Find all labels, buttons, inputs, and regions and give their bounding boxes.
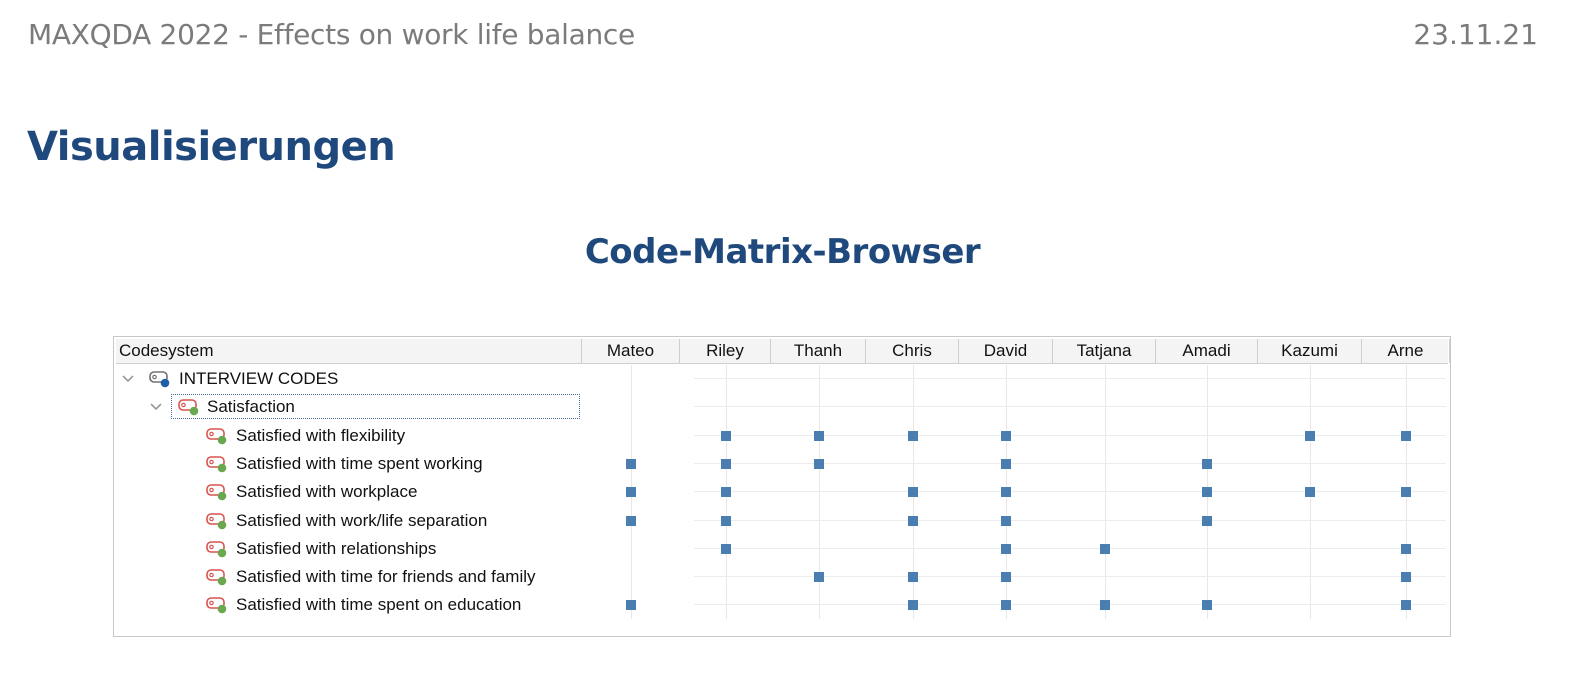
code-tag-green-icon: [206, 568, 228, 586]
chevron-down-icon[interactable]: [121, 372, 135, 386]
header-date: 23.11.21: [1413, 18, 1538, 51]
matrix-cell-mark[interactable]: [907, 487, 918, 498]
matrix-cell-mark[interactable]: [907, 572, 918, 583]
column-header-thanh[interactable]: Thanh: [771, 339, 866, 363]
matrix-cell-mark[interactable]: [1401, 600, 1411, 611]
code-tag-blue-icon: [149, 370, 171, 388]
matrix-cell-mark[interactable]: [720, 458, 731, 469]
gridline-horizontal: [694, 547, 1446, 549]
matrix-cell-mark[interactable]: [907, 430, 918, 441]
matrix-cell-mark[interactable]: [1001, 458, 1011, 469]
matrix-cell-mark[interactable]: [1202, 600, 1212, 611]
matrix-cell-mark[interactable]: [1401, 543, 1411, 554]
matrix-cell-mark[interactable]: [720, 430, 731, 441]
column-header-row: Codesystem Mateo Riley Thanh Chris David Tatja…: [116, 339, 1450, 364]
matrix-cell-mark[interactable]: [626, 458, 636, 469]
column-header-codesystem[interactable]: Codesystem: [116, 339, 582, 363]
matrix-cell-mark[interactable]: [1001, 430, 1011, 441]
code-label-child[interactable]: Satisfied with relationships: [236, 535, 436, 563]
matrix-cell-mark[interactable]: [1401, 572, 1411, 583]
code-label-child[interactable]: Satisfied with flexibility: [236, 422, 405, 450]
matrix-cell-mark[interactable]: [626, 487, 636, 498]
slide-subtitle: Code-Matrix-Browser: [584, 232, 981, 272]
matrix-cell-mark[interactable]: [1001, 600, 1011, 611]
gridline-horizontal: [694, 604, 1446, 606]
code-tag-green-icon: [206, 455, 228, 473]
matrix-cell-mark[interactable]: [1202, 458, 1212, 469]
code-tag-green-icon: [206, 512, 228, 530]
matrix-cell-mark[interactable]: [720, 487, 731, 498]
code-tag-green-icon: [206, 540, 228, 558]
code-tag-green-icon: [206, 483, 228, 501]
header-title: MAXQDA 2022 - Effects on work life balan…: [28, 18, 635, 51]
code-label-child[interactable]: Satisfied with time spent working: [236, 450, 483, 478]
code-label-child[interactable]: Satisfied with workplace: [236, 478, 417, 506]
column-header-chris[interactable]: Chris: [866, 339, 959, 363]
matrix-cell-mark[interactable]: [1202, 487, 1212, 498]
matrix-cell-mark[interactable]: [1001, 487, 1011, 498]
matrix-cell-mark[interactable]: [907, 600, 918, 611]
matrix-cell-mark[interactable]: [907, 515, 918, 526]
code-label-child[interactable]: Satisfied with work/life separation: [236, 507, 487, 535]
code-label-child[interactable]: Satisfied with time for friends and fami…: [236, 563, 536, 591]
code-matrix-browser[interactable]: Codesystem Mateo Riley Thanh Chris David Tatja…: [113, 336, 1451, 637]
matrix-cell-mark[interactable]: [626, 600, 636, 611]
matrix-cell-mark[interactable]: [1305, 487, 1315, 498]
matrix-cell-mark[interactable]: [813, 430, 824, 441]
gridline-horizontal: [694, 434, 1446, 436]
matrix-cell-mark[interactable]: [813, 458, 824, 469]
matrix-cell-mark[interactable]: [1202, 515, 1212, 526]
code-label-root[interactable]: INTERVIEW CODES: [179, 365, 338, 393]
column-header-kazumi[interactable]: Kazumi: [1258, 339, 1362, 363]
matrix-cell-mark[interactable]: [1099, 543, 1110, 554]
code-tag-green-icon: [206, 596, 228, 614]
gridline-horizontal: [694, 462, 1446, 464]
section-title: Visualisierungen: [27, 124, 396, 170]
matrix-cell-mark[interactable]: [720, 543, 731, 554]
column-header-riley[interactable]: Riley: [680, 339, 771, 363]
column-header-arne[interactable]: Arne: [1362, 339, 1450, 363]
matrix-cell-mark[interactable]: [1401, 487, 1411, 498]
column-header-tatjana[interactable]: Tatjana: [1053, 339, 1156, 363]
gridline-horizontal: [694, 406, 1446, 408]
matrix-cell-mark[interactable]: [1001, 515, 1011, 526]
column-header-amadi[interactable]: Amadi: [1156, 339, 1258, 363]
gridline-horizontal: [694, 378, 1446, 379]
matrix-cell-mark[interactable]: [720, 515, 731, 526]
chevron-down-icon[interactable]: [149, 400, 163, 414]
matrix-cell-mark[interactable]: [1001, 572, 1011, 583]
code-label-child[interactable]: Satisfied with time spent on education: [236, 591, 521, 619]
column-header-mateo[interactable]: Mateo: [582, 339, 680, 363]
matrix-cell-mark[interactable]: [626, 515, 636, 526]
matrix-cell-mark[interactable]: [1401, 430, 1411, 441]
matrix-cell-mark[interactable]: [1305, 430, 1315, 441]
selection-focus-box: [171, 394, 580, 420]
gridline-horizontal: [694, 491, 1446, 493]
gridline-horizontal: [694, 519, 1446, 521]
gridline-horizontal: [694, 576, 1446, 578]
code-tag-green-icon: [206, 427, 228, 445]
matrix-cell-mark[interactable]: [1001, 543, 1011, 554]
matrix-cell-mark[interactable]: [813, 572, 824, 583]
column-header-david[interactable]: David: [959, 339, 1053, 363]
matrix-cell-mark[interactable]: [1099, 600, 1110, 611]
